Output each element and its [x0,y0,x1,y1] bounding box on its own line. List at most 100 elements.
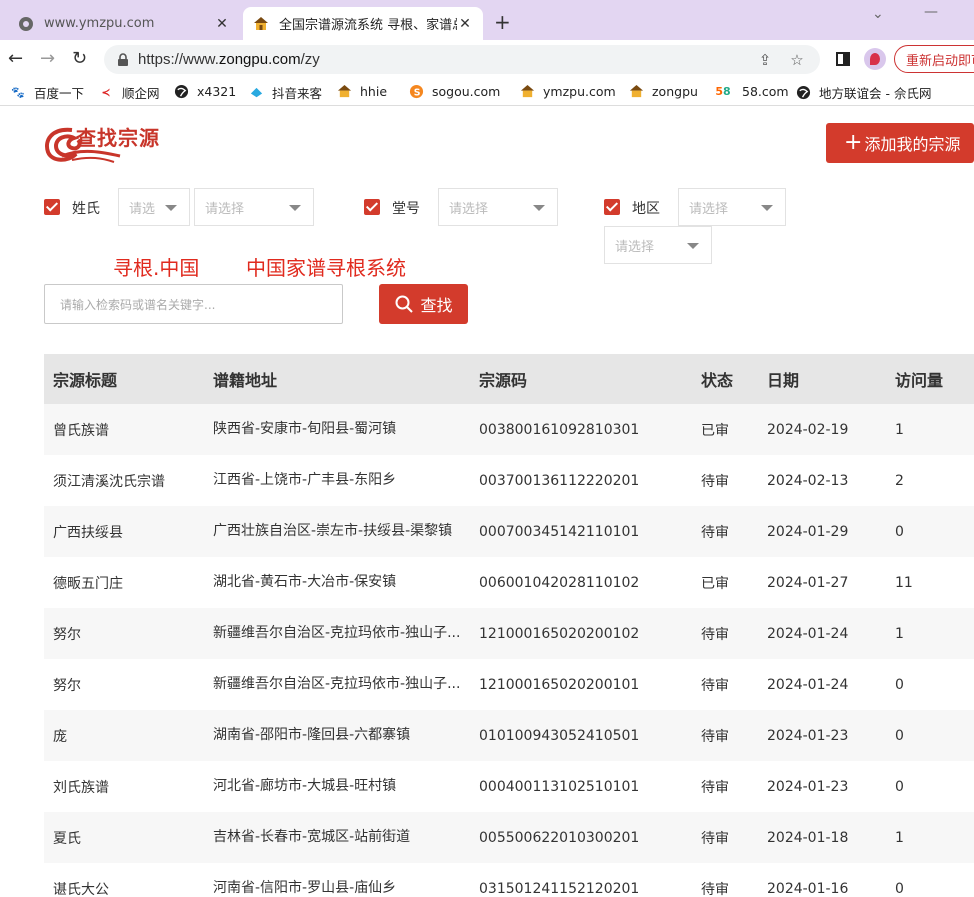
region-checkbox[interactable] [604,199,620,215]
table-row[interactable]: 广西扶绥县 广西壮族自治区-崇左市-扶绥县-渠黎镇 0007003451421101… [44,506,974,557]
globe-icon [18,16,34,32]
cell-date: 2024-01-23 [767,778,849,795]
cell-visits: 11 [895,574,913,591]
cell-code: 006001042028110102 [479,574,640,591]
table-row[interactable]: 夏氏 吉林省-长春市-宽城区-站前街道 005500622010300201 待审 20… [44,812,974,863]
globe-icon [173,83,189,99]
baidu-icon: 🐾 [11,86,25,99]
bookmark-shunqi[interactable]: ≺ 顺企网 [98,83,159,102]
address-bar[interactable]: https://www.zongpu.com/zy ⇪ ☆ [104,45,820,74]
cell-date: 2024-02-13 [767,472,849,489]
cell-address: 河南省-信阳市-罗山县-庙仙乡 [213,880,397,896]
cell-code: 121000165020200102 [479,625,640,642]
url-text: https://www.zongpu.com/zy [138,51,320,68]
cell-visits: 0 [895,727,904,744]
cell-title[interactable]: 须江清溪沈氏宗谱 [53,455,203,506]
col-header-address: 谱籍地址 [213,371,278,390]
star-icon[interactable]: ☆ [788,51,806,69]
table-row[interactable]: 努尔 新疆维吾尔自治区-克拉玛依市-独山子... 12100016502020010… [44,659,974,710]
cell-date: 2024-01-24 [767,676,849,693]
cell-title[interactable]: 广西扶绥县 [53,506,203,557]
temple-icon [336,83,352,99]
sogou-icon: S [408,83,424,99]
hall-select[interactable]: 请选择 [438,188,558,226]
chevron-down-icon[interactable]: ⌄ [872,6,884,22]
search-input[interactable]: 请输入检索码或谱名关键字... [44,284,343,324]
cell-title[interactable]: 刘氏族谱 [53,761,203,812]
cell-visits: 1 [895,625,904,642]
cell-code: 003700136112220201 [479,472,640,489]
slogan-root-china: 寻根.中国 [113,256,200,280]
col-header-visits: 访问量 [895,371,944,390]
cell-title[interactable]: 庞 [53,710,203,761]
side-panel-icon[interactable] [836,52,850,66]
cell-status: 待审 [701,473,729,490]
col-header-title: 宗源标题 [53,371,118,390]
back-icon[interactable]: ← [8,49,23,69]
region-province-select[interactable]: 请选择 [678,188,786,226]
bookmark-sogou[interactable]: Ssogou.com [408,83,500,99]
bookmark-zongpu[interactable]: zongpu [628,83,698,99]
surname-select[interactable]: 请选 [118,188,190,226]
cell-title[interactable]: 努尔 [53,608,203,659]
bookmark-she[interactable]: 地方联谊会 - 佘氏网 [795,83,931,102]
forward-icon[interactable]: → [40,49,55,69]
table-row[interactable]: 努尔 新疆维吾尔自治区-克拉玛依市-独山子... 12100016502020010… [44,608,974,659]
hall-label: 堂号 [392,201,420,217]
tab-zongpu[interactable]: 全国宗谱源流系统 寻根、家谱总汇 ✕ [243,7,483,40]
table-row[interactable]: 庞湖南省-邵阳市-隆回县-六都寨镇 010100943052410501 待审 202… [44,710,974,761]
table-row[interactable]: 须江清溪沈氏宗谱 江西省-上饶市-广丰县-东阳乡 00370013611222020… [44,455,974,506]
close-icon[interactable]: ✕ [214,16,230,32]
cell-status: 待审 [701,779,729,796]
cell-code: 031501241152120201 [479,880,640,897]
col-header-status: 状态 [701,371,734,390]
cell-address: 江西省-上饶市-广丰县-东阳乡 [213,472,397,488]
new-tab-icon[interactable]: + [494,12,511,32]
close-icon[interactable]: ✕ [457,16,473,32]
cell-code: 003800161092810301 [479,421,640,438]
globe-icon [795,85,811,101]
cell-title[interactable]: 德畈五门庄 [53,557,203,608]
cell-visits: 0 [895,778,904,795]
reload-icon[interactable]: ↻ [72,49,87,69]
tab-title: 全国宗谱源流系统 寻根、家谱总汇 [279,18,457,33]
plus-icon: + [844,130,863,155]
cell-title[interactable]: 曾氏族谱 [53,404,203,455]
hall-checkbox[interactable] [364,199,380,215]
cell-title[interactable]: 努尔 [53,659,203,710]
cell-address: 湖北省-黄石市-大冶市-保安镇 [213,574,397,590]
add-my-origin-button[interactable]: + 添加我的宗源 [826,123,974,163]
search-button[interactable]: 查找 [379,284,468,324]
bookmark-ymzpu[interactable]: ymzpu.com [519,83,616,99]
cell-date: 2024-01-27 [767,574,849,591]
share-icon[interactable]: ⇪ [756,51,774,69]
browser-toolbar: ← → ↻ https://www.zongpu.com/zy ⇪ ☆ [0,40,974,78]
cell-status: 待审 [701,626,729,643]
bookmark-douyin[interactable]: 抖音来客 [248,83,322,102]
cell-title[interactable]: 谌氏大公 [53,863,203,897]
surname-checkbox[interactable] [44,199,60,215]
cell-address: 新疆维吾尔自治区-克拉玛依市-独山子... [213,676,461,692]
bookmark-hhie[interactable]: hhie [336,83,387,99]
table-row[interactable]: 刘氏族谱 河北省-廊坊市-大城县-旺村镇 000400113102510101 待审 2… [44,761,974,812]
bookmark-baidu[interactable]: 🐾 百度一下 [10,83,84,102]
minimize-icon[interactable]: — [924,4,938,20]
region-city-select[interactable]: 请选择 [604,226,712,264]
restart-button[interactable]: 重新启动即可 [894,45,974,73]
table-row[interactable]: 德畈五门庄 湖北省-黄石市-大冶市-保安镇 006001042028110102 已审… [44,557,974,608]
cell-visits: 0 [895,523,904,540]
surname-subselect[interactable]: 请选择 [194,188,314,226]
bookmark-x4321[interactable]: x4321 [173,83,236,99]
cell-visits: 2 [895,472,904,489]
cell-status: 待审 [701,830,729,847]
bookmark-58[interactable]: 5 8 58.com [712,83,788,99]
cell-title[interactable]: 夏氏 [53,812,203,863]
table-row[interactable]: 谌氏大公 河南省-信阳市-罗山县-庙仙乡 031501241152120201 待审 2… [44,863,974,897]
table-row[interactable]: 曾氏族谱 陕西省-安康市-旬阳县-蜀河镇 003800161092810301 已审 2… [44,404,974,455]
table-header: 宗源标题 谱籍地址 宗源码 状态 日期 访问量 [44,354,974,404]
cell-date: 2024-01-18 [767,829,849,846]
avatar[interactable] [864,48,886,70]
cell-address: 新疆维吾尔自治区-克拉玛依市-独山子... [213,625,461,641]
cell-visits: 0 [895,880,904,897]
tab-ymzpu[interactable]: www.ymzpu.com ✕ [8,7,240,40]
